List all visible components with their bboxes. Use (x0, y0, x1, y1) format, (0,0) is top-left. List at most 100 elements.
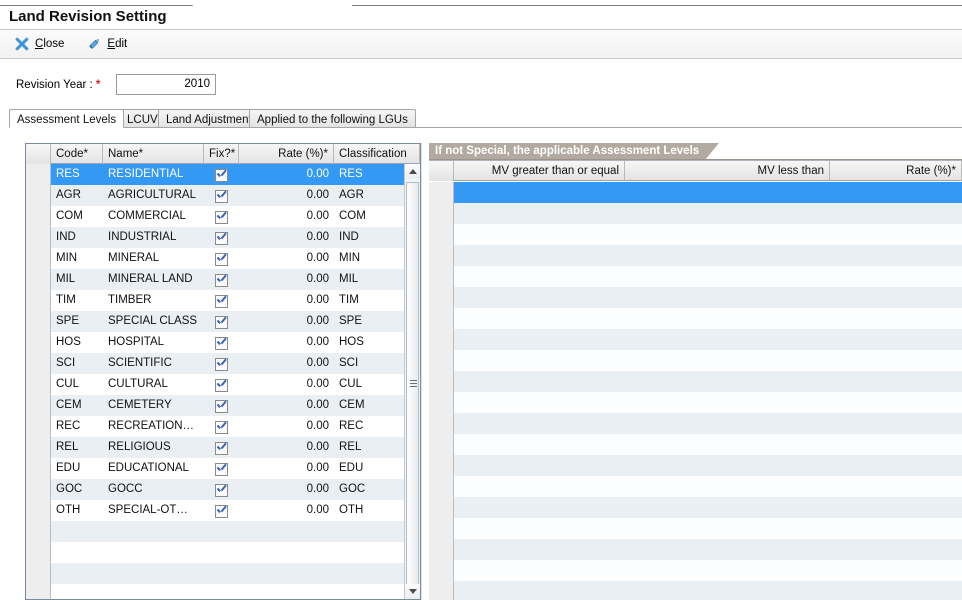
row-selector-cell[interactable] (26, 458, 51, 479)
table-row[interactable]: OTH SPECIAL-OT… 0.00 OTH (26, 500, 420, 521)
checkbox-checked-icon[interactable] (215, 253, 228, 266)
row-selector-cell[interactable] (429, 518, 454, 539)
table-row[interactable]: CEM CEMETERY 0.00 CEM (26, 395, 420, 416)
row-selector-cell[interactable] (26, 353, 51, 374)
table-row[interactable]: EDU EDUCATIONAL 0.00 EDU (26, 458, 420, 479)
assessment-levels-grid[interactable]: Code* Name* Fix?* Rate (%)* Classificati… (25, 143, 421, 600)
column-header-name[interactable]: Name* (103, 144, 204, 164)
cell-fix[interactable] (204, 185, 239, 206)
assessment-levels-rows[interactable]: RES RESIDENTIAL 0.00 RES AGR AGRICULTURAL 0.00… (26, 164, 420, 599)
table-row[interactable]: GOC GOCC 0.00 GOC (26, 479, 420, 500)
row-selector-cell[interactable] (26, 185, 51, 206)
table-row-empty[interactable] (26, 563, 420, 584)
table-row[interactable] (429, 308, 962, 329)
checkbox-checked-icon[interactable] (215, 232, 228, 245)
row-selector-cell[interactable] (429, 350, 454, 371)
table-row[interactable]: REL RELIGIOUS 0.00 REL (26, 437, 420, 458)
table-row[interactable] (429, 371, 962, 392)
checkbox-checked-icon[interactable] (215, 274, 228, 287)
row-selector-cell[interactable] (429, 203, 454, 224)
scroll-up-arrow-icon[interactable] (405, 164, 420, 179)
cell-fix[interactable] (204, 206, 239, 227)
row-selector-cell[interactable] (26, 416, 51, 437)
row-selector-cell[interactable] (429, 329, 454, 350)
table-row[interactable]: REC RECREATION… 0.00 REC (26, 416, 420, 437)
row-selector-cell[interactable] (26, 521, 51, 542)
table-row[interactable] (429, 497, 962, 518)
table-row[interactable] (429, 203, 962, 224)
row-selector-cell[interactable] (26, 374, 51, 395)
cell-fix[interactable] (204, 290, 239, 311)
row-selector-cell[interactable] (429, 308, 454, 329)
cell-fix[interactable] (204, 353, 239, 374)
row-selector-cell[interactable] (26, 311, 51, 332)
cell-fix[interactable] (204, 395, 239, 416)
revision-year-input[interactable]: 2010 (116, 74, 216, 95)
tab-applied-to-lgus[interactable]: Applied to the following LGUs (249, 109, 416, 128)
edit-button[interactable]: Edit (78, 32, 135, 56)
tab-land-adjustment[interactable]: Land Adjustment (158, 109, 260, 128)
table-row[interactable] (429, 539, 962, 560)
table-row[interactable] (429, 518, 962, 539)
row-selector-cell[interactable] (429, 560, 454, 581)
cell-fix[interactable] (204, 458, 239, 479)
table-row[interactable] (429, 224, 962, 245)
row-selector-cell[interactable] (26, 563, 51, 584)
row-selector-cell[interactable] (429, 497, 454, 518)
checkbox-checked-icon[interactable] (215, 421, 228, 434)
cell-fix[interactable] (204, 311, 239, 332)
cell-fix[interactable] (204, 437, 239, 458)
table-row[interactable]: COM COMMERCIAL 0.00 COM (26, 206, 420, 227)
row-selector-cell[interactable] (429, 182, 454, 203)
cell-fix[interactable] (204, 332, 239, 353)
row-selector-cell[interactable] (26, 164, 51, 185)
checkbox-checked-icon[interactable] (215, 337, 228, 350)
column-header-special-rate[interactable]: Rate (%)* (830, 161, 962, 181)
row-selector-cell[interactable] (429, 371, 454, 392)
table-row-empty[interactable] (26, 542, 420, 563)
row-selector-cell[interactable] (26, 332, 51, 353)
table-row-empty[interactable] (26, 521, 420, 542)
row-selector-cell[interactable] (26, 542, 51, 563)
table-row[interactable]: TIM TIMBER 0.00 TIM (26, 290, 420, 311)
cell-fix[interactable] (204, 374, 239, 395)
scroll-down-arrow-icon[interactable] (405, 584, 420, 599)
row-selector-cell[interactable] (26, 206, 51, 227)
assessment-levels-vertical-scrollbar[interactable] (404, 164, 420, 599)
table-row[interactable]: IND INDUSTRIAL 0.00 IND (26, 227, 420, 248)
table-row[interactable] (429, 455, 962, 476)
cell-fix[interactable] (204, 227, 239, 248)
checkbox-checked-icon[interactable] (215, 316, 228, 329)
row-selector-cell[interactable] (429, 245, 454, 266)
table-row[interactable] (429, 329, 962, 350)
close-button[interactable]: Close (6, 32, 72, 56)
special-levels-grid[interactable]: MV greater than or equal MV less than Ra… (429, 160, 962, 600)
column-header-rate[interactable]: Rate (%)* (239, 144, 334, 164)
checkbox-checked-icon[interactable] (215, 463, 228, 476)
row-selector-cell[interactable] (26, 290, 51, 311)
row-selector-cell[interactable] (429, 224, 454, 245)
checkbox-checked-icon[interactable] (215, 379, 228, 392)
checkbox-checked-icon[interactable] (215, 484, 228, 497)
checkbox-checked-icon[interactable] (215, 400, 228, 413)
column-header-fix[interactable]: Fix?* (204, 144, 239, 164)
cell-fix[interactable] (204, 500, 239, 521)
row-selector-cell[interactable] (26, 437, 51, 458)
row-selector-cell[interactable] (429, 476, 454, 497)
table-row[interactable]: RES RESIDENTIAL 0.00 RES (26, 164, 420, 185)
row-selector-cell[interactable] (429, 539, 454, 560)
column-header-mv-less-than[interactable]: MV less than (625, 161, 830, 181)
row-selector-cell[interactable] (429, 581, 454, 600)
row-selector-cell[interactable] (26, 248, 51, 269)
table-row[interactable]: SPE SPECIAL CLASS 0.00 SPE (26, 311, 420, 332)
column-header-mv-greater-than-or-equal[interactable]: MV greater than or equal (454, 161, 625, 181)
scrollbar-thumb[interactable] (406, 182, 419, 586)
checkbox-checked-icon[interactable] (215, 169, 228, 182)
checkbox-checked-icon[interactable] (215, 190, 228, 203)
checkbox-checked-icon[interactable] (215, 211, 228, 224)
row-selector-cell[interactable] (26, 269, 51, 290)
table-row[interactable]: MIL MINERAL LAND 0.00 MIL (26, 269, 420, 290)
cell-fix[interactable] (204, 164, 239, 185)
row-selector-cell[interactable] (429, 392, 454, 413)
row-selector-cell[interactable] (429, 455, 454, 476)
